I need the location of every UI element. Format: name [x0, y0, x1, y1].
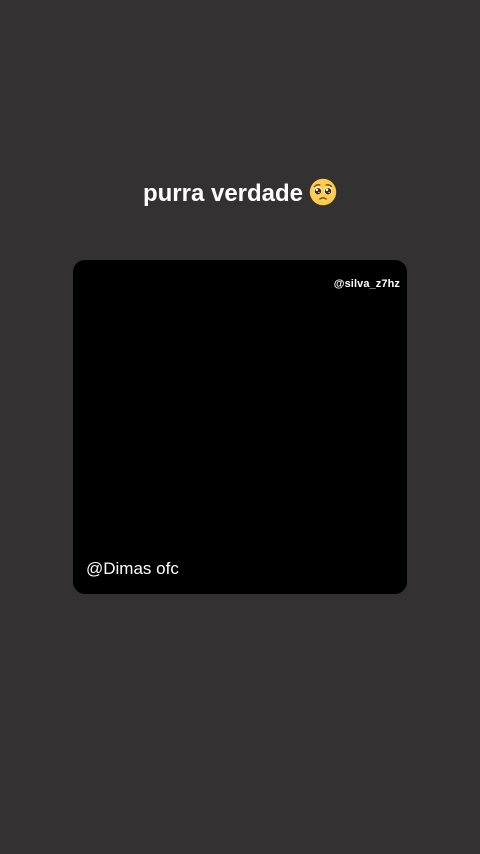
- caption-text: purra verdade: [142, 180, 304, 207]
- video-card[interactable]: @silva_z7hz @Dimas ofc: [73, 260, 407, 594]
- story-caption: purra verdade: [0, 176, 480, 212]
- watermark-handle: @silva_z7hz: [333, 278, 400, 290]
- author-handle: @Dimas ofc: [86, 559, 179, 578]
- pleading-face-emoji-icon: [309, 178, 337, 206]
